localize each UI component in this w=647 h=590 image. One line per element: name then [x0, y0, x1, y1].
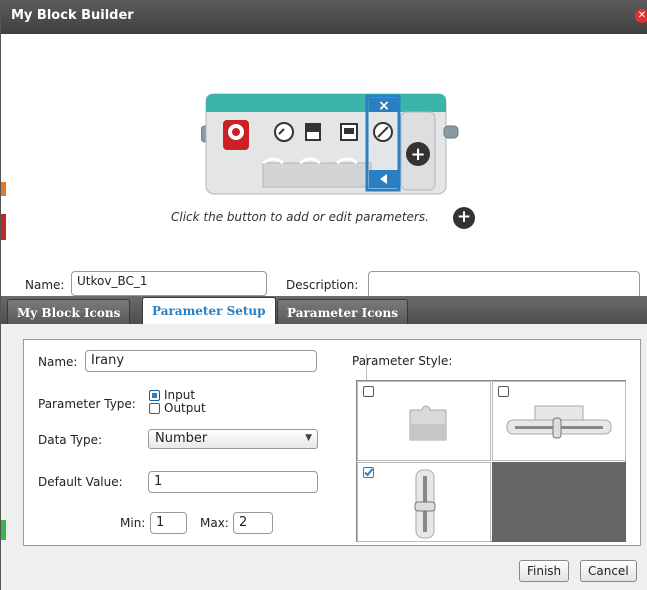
parameter-style-label: Parameter Style:	[352, 354, 453, 368]
parameter-style-grid	[356, 380, 626, 542]
cancel-button[interactable]: Cancel	[580, 560, 637, 582]
add-parameter-hint-icon[interactable]: +	[453, 207, 475, 229]
style-vertical-slider-checkbox[interactable]	[363, 467, 374, 478]
edge-accent-red	[1, 214, 6, 240]
edge-accent-green	[1, 520, 6, 540]
style-option-vertical-slider[interactable]	[357, 462, 491, 542]
tab-parameter-setup[interactable]: Parameter Setup	[142, 297, 276, 324]
block-preview: × +	[201, 93, 459, 195]
param-name-input[interactable]: Irany	[85, 350, 317, 372]
description-label: Description:	[286, 278, 359, 292]
hint-text: Click the button to add or edit paramete…	[171, 210, 429, 224]
right-connector	[443, 125, 459, 139]
block-name-label: Name:	[25, 278, 65, 292]
edge-accent-orange	[1, 182, 6, 196]
block-input-strip	[262, 162, 372, 188]
max-label: Max:	[200, 516, 229, 530]
data-type-value: Number	[155, 431, 208, 446]
chevron-down-icon: ▼	[305, 433, 312, 443]
close-icon[interactable]: ✕	[635, 9, 647, 23]
window-title: My Block Builder	[11, 8, 134, 23]
my-block-builder-dialog: My Block Builder ✕ × + Click the button …	[0, 0, 647, 590]
block-preview-area: × + Click the button to add or edit para…	[1, 34, 647, 321]
max-input[interactable]: 2	[233, 512, 273, 534]
output-radio[interactable]	[149, 403, 160, 414]
style-block-checkbox[interactable]	[363, 386, 374, 397]
min-input[interactable]: 1	[150, 512, 187, 534]
default-value-label: Default Value:	[38, 475, 123, 489]
param-type-label: Parameter Type:	[38, 397, 136, 411]
style-option-horizontal-slider[interactable]	[492, 381, 626, 461]
horizontal-slider-icon	[506, 405, 612, 439]
param-name-label: Name:	[38, 355, 78, 369]
input-radio-label: Input	[164, 388, 196, 402]
title-bar: My Block Builder ✕	[1, 0, 647, 34]
block-style-icon	[409, 405, 447, 441]
gauge-icon	[274, 122, 294, 142]
tab-my-block-icons[interactable]: My Block Icons	[7, 299, 131, 324]
svg-text:+: +	[410, 144, 425, 165]
block-name-input[interactable]: Utkov_BC_1	[71, 271, 267, 296]
output-radio-label: Output	[164, 401, 206, 415]
tab-parameter-icons[interactable]: Parameter Icons	[277, 299, 408, 324]
data-type-select[interactable]: Number ▼	[148, 429, 318, 449]
tab-bar: My Block Icons Parameter Setup Parameter…	[1, 296, 647, 324]
style-horizontal-slider-checkbox[interactable]	[498, 386, 509, 397]
data-type-label: Data Type:	[38, 433, 103, 447]
checkmark-icon	[364, 468, 374, 477]
min-label: Min:	[120, 516, 146, 530]
finish-button[interactable]: Finish	[519, 560, 570, 582]
default-value-input[interactable]: 1	[148, 471, 318, 493]
input-radio[interactable]	[149, 390, 160, 401]
remove-parameter-icon[interactable]: ×	[378, 98, 390, 114]
style-option-block[interactable]	[357, 381, 491, 461]
vertical-slider-icon	[414, 469, 436, 539]
style-option-empty	[492, 462, 626, 542]
